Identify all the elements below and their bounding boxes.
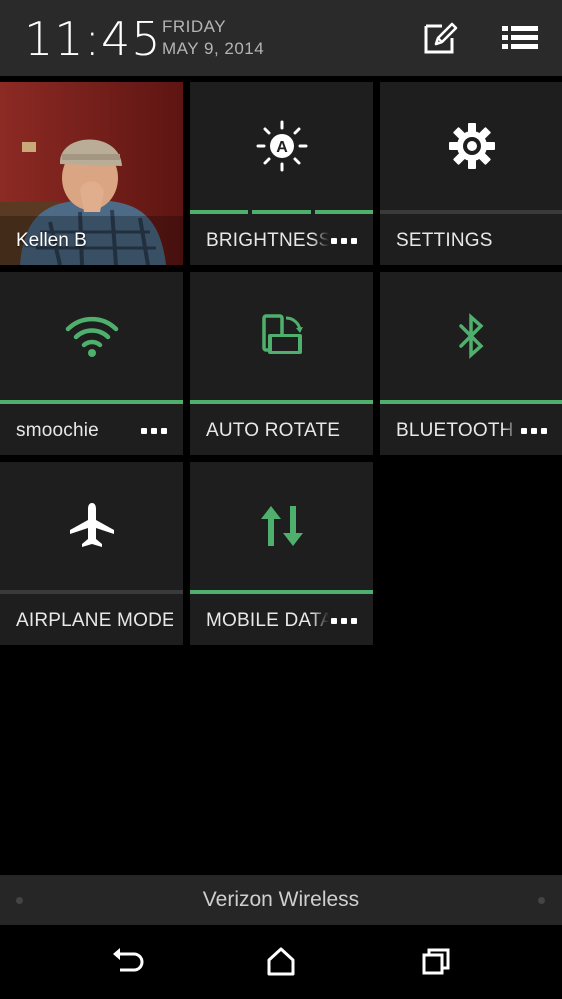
bluetooth-tile[interactable]: BLUETOOTH [380,272,562,455]
auto-rotate-state-bar [190,400,373,404]
home-button[interactable] [261,942,301,982]
bluetooth-label: BLUETOOTH [396,420,514,441]
mobile-data-more-button[interactable] [331,618,357,624]
airplane-mode-tile[interactable]: AIRPLANE MODE [0,462,183,645]
wifi-tile[interactable]: smoochie [0,272,183,455]
back-button[interactable] [106,942,146,982]
home-icon [267,947,295,976]
airplane-state-bar [0,590,183,594]
contact-name: Kellen B [16,230,87,251]
right-indicator-dot [538,897,545,904]
auto-rotate-label: AUTO ROTATE [206,420,341,441]
bluetooth-more-button[interactable] [521,428,547,434]
airplane-mode-label: AIRPLANE MODE [16,610,173,631]
back-icon [113,948,144,972]
wifi-network-label: smoochie [16,420,99,441]
bluetooth-icon [458,313,484,359]
edit-button[interactable] [420,18,460,58]
brightness-label: BRIGHTNESS [206,230,329,251]
wifi-icon [65,316,118,357]
settings-tile[interactable]: SETTINGS [380,82,562,265]
wifi-more-button[interactable] [141,428,167,434]
recents-button[interactable] [416,942,456,982]
brightness-auto-icon: A [256,120,307,172]
list-button[interactable] [500,18,540,58]
gear-icon [448,123,495,169]
auto-rotate-icon [261,314,303,354]
status-header: 11:45 FRIDAY MAY 9, 2014 [0,0,562,76]
bluetooth-state-bar [380,400,562,404]
edit-icon [424,22,458,54]
carrier-name: Verizon Wireless [202,888,360,911]
mobile-data-state-bar [190,590,373,594]
mobile-data-icon [260,506,303,546]
mobile-data-tile[interactable]: MOBILE DATA [190,462,373,645]
mobile-data-label: MOBILE DATA [206,610,329,631]
wifi-state-bar [0,400,183,404]
airplane-icon [69,503,114,547]
brightness-level-bar [190,210,373,214]
brightness-tile[interactable]: A BRIGHTNESS [190,82,373,265]
svg-text:A: A [276,139,288,156]
brightness-more-button[interactable] [331,238,357,244]
contact-tile[interactable]: Kellen B [0,82,183,265]
navigation-bar [0,925,562,999]
settings-state-bar [380,210,562,214]
settings-label: SETTINGS [396,230,493,251]
date-text: MAY 9, 2014 [162,39,265,58]
clock-time: 11:45 [24,12,162,66]
auto-rotate-tile[interactable]: AUTO ROTATE [190,272,373,455]
recents-icon [422,948,450,975]
day-of-week: FRIDAY [162,17,227,36]
date-block: FRIDAY MAY 9, 2014 [162,16,264,60]
carrier-bar: Verizon Wireless [0,875,562,925]
list-icon [502,26,538,49]
